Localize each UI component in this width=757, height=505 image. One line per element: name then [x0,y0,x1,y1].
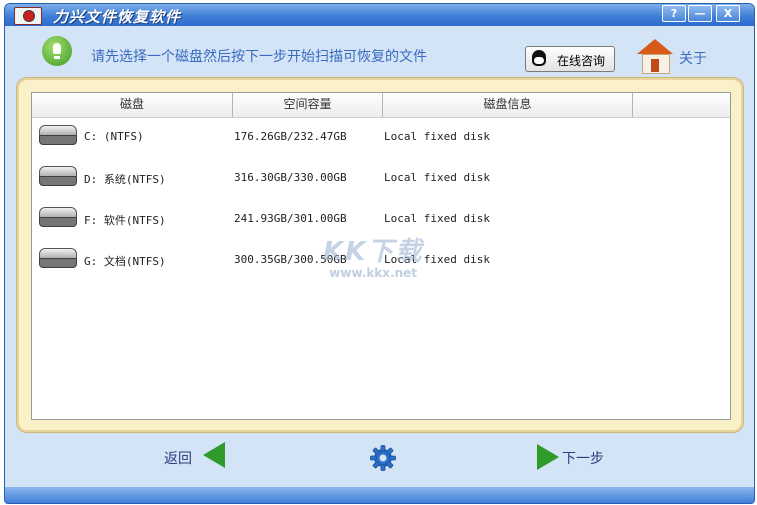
about-link[interactable]: 关于 [679,48,707,68]
online-consult-button[interactable]: 在线咨询 [525,46,615,72]
disk-name: G: 文档(NTFS) [84,255,166,268]
instruction-text: 请先选择一个磁盘然后按下一步开始扫描可恢复的文件 [91,49,427,65]
home-icon[interactable] [637,39,673,74]
online-consult-label: 在线咨询 [557,54,606,68]
window-title: 力兴文件恢复软件 [53,8,182,26]
title-bar[interactable]: 力兴文件恢复软件 ? — X [5,4,754,26]
help-button[interactable]: ? [662,5,686,22]
disk-icon [38,125,78,147]
qq-icon [532,50,546,66]
back-button-label[interactable]: 返回 [164,448,192,468]
next-arrow-icon[interactable] [537,444,559,470]
minimize-button[interactable]: — [688,5,712,22]
gear-icon[interactable] [369,444,397,472]
disk-info: Local fixed disk [384,130,490,143]
table-row[interactable]: D: 系统(NTFS) 316.30GB/330.00GB Local fixe… [32,158,730,198]
disk-icon [38,166,78,188]
disk-name: D: 系统(NTFS) [84,173,166,186]
disk-name: C: (NTFS) [84,130,144,143]
disk-info: Local fixed disk [384,171,490,184]
disk-name: F: 软件(NTFS) [84,214,166,227]
watermark-url: www.kkx.net [329,266,418,280]
app-icon [14,7,42,25]
column-header-info[interactable]: 磁盘信息 [383,93,633,117]
app-window: 力兴文件恢复软件 ? — X 请先选择一个磁盘然后按下一步开始扫描可恢复的文件 … [4,3,755,504]
next-button-label[interactable]: 下一步 [562,448,604,468]
table-header: 磁盘 空间容量 磁盘信息 [32,93,730,118]
disk-capacity: 176.26GB/232.47GB [234,130,347,143]
bulb-icon [42,36,72,66]
bottom-bar [5,487,754,503]
watermark-logo: KK下载 [323,237,424,267]
close-button[interactable]: X [716,5,740,22]
watermark: KK下载 www.kkx.net [323,231,423,280]
column-header-disk[interactable]: 磁盘 [32,93,233,117]
disk-info: Local fixed disk [384,212,490,225]
disk-capacity: 241.93GB/301.00GB [234,212,347,225]
disk-icon [38,248,78,270]
disk-capacity: 316.30GB/330.00GB [234,171,347,184]
table-row[interactable]: C: (NTFS) 176.26GB/232.47GB Local fixed … [32,117,730,157]
disk-icon [38,207,78,229]
column-header-capacity[interactable]: 空间容量 [233,93,383,117]
back-arrow-icon[interactable] [203,442,225,468]
column-header-empty [633,93,730,117]
